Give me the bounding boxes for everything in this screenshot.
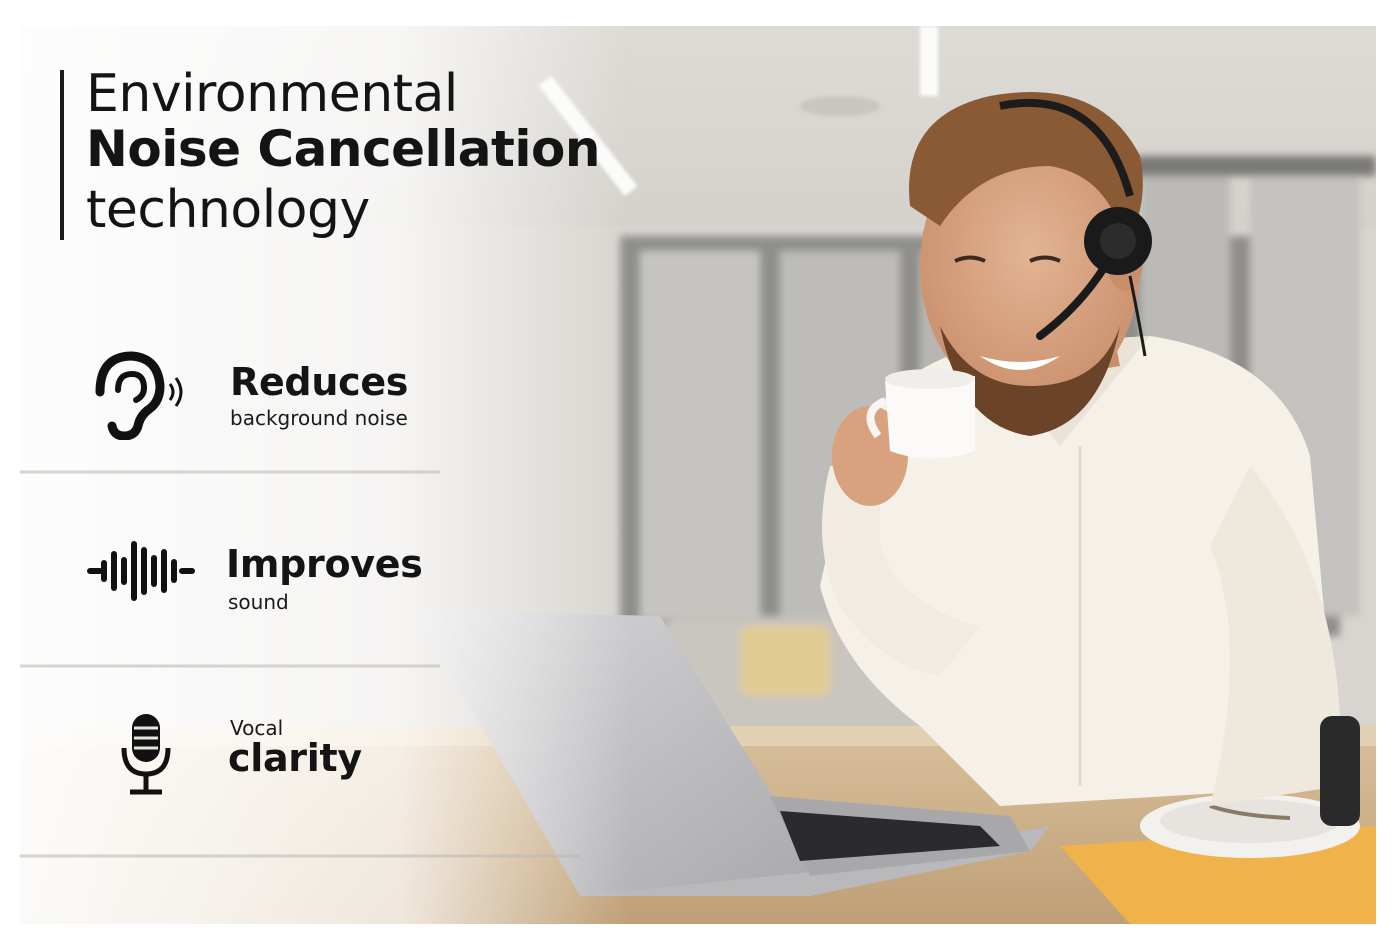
- feature-subtitle: background noise: [230, 406, 408, 430]
- feature-subtitle: sound: [228, 590, 289, 614]
- sound-wave-icon: [87, 541, 195, 601]
- headline-line-2: Noise Cancellation: [86, 120, 601, 178]
- banner-frame: Environmental Noise Cancellation technol…: [20, 26, 1376, 924]
- ear-sound-icon: [95, 351, 183, 440]
- feature-title: Reduces: [230, 360, 409, 404]
- headline-line-3: technology: [86, 180, 370, 240]
- headline-line-1: Environmental: [86, 64, 458, 124]
- feature-title: Improves: [226, 542, 423, 586]
- headline-accent-bar: [60, 70, 64, 240]
- microphone-icon: [121, 714, 171, 795]
- feature-title: clarity: [228, 736, 362, 780]
